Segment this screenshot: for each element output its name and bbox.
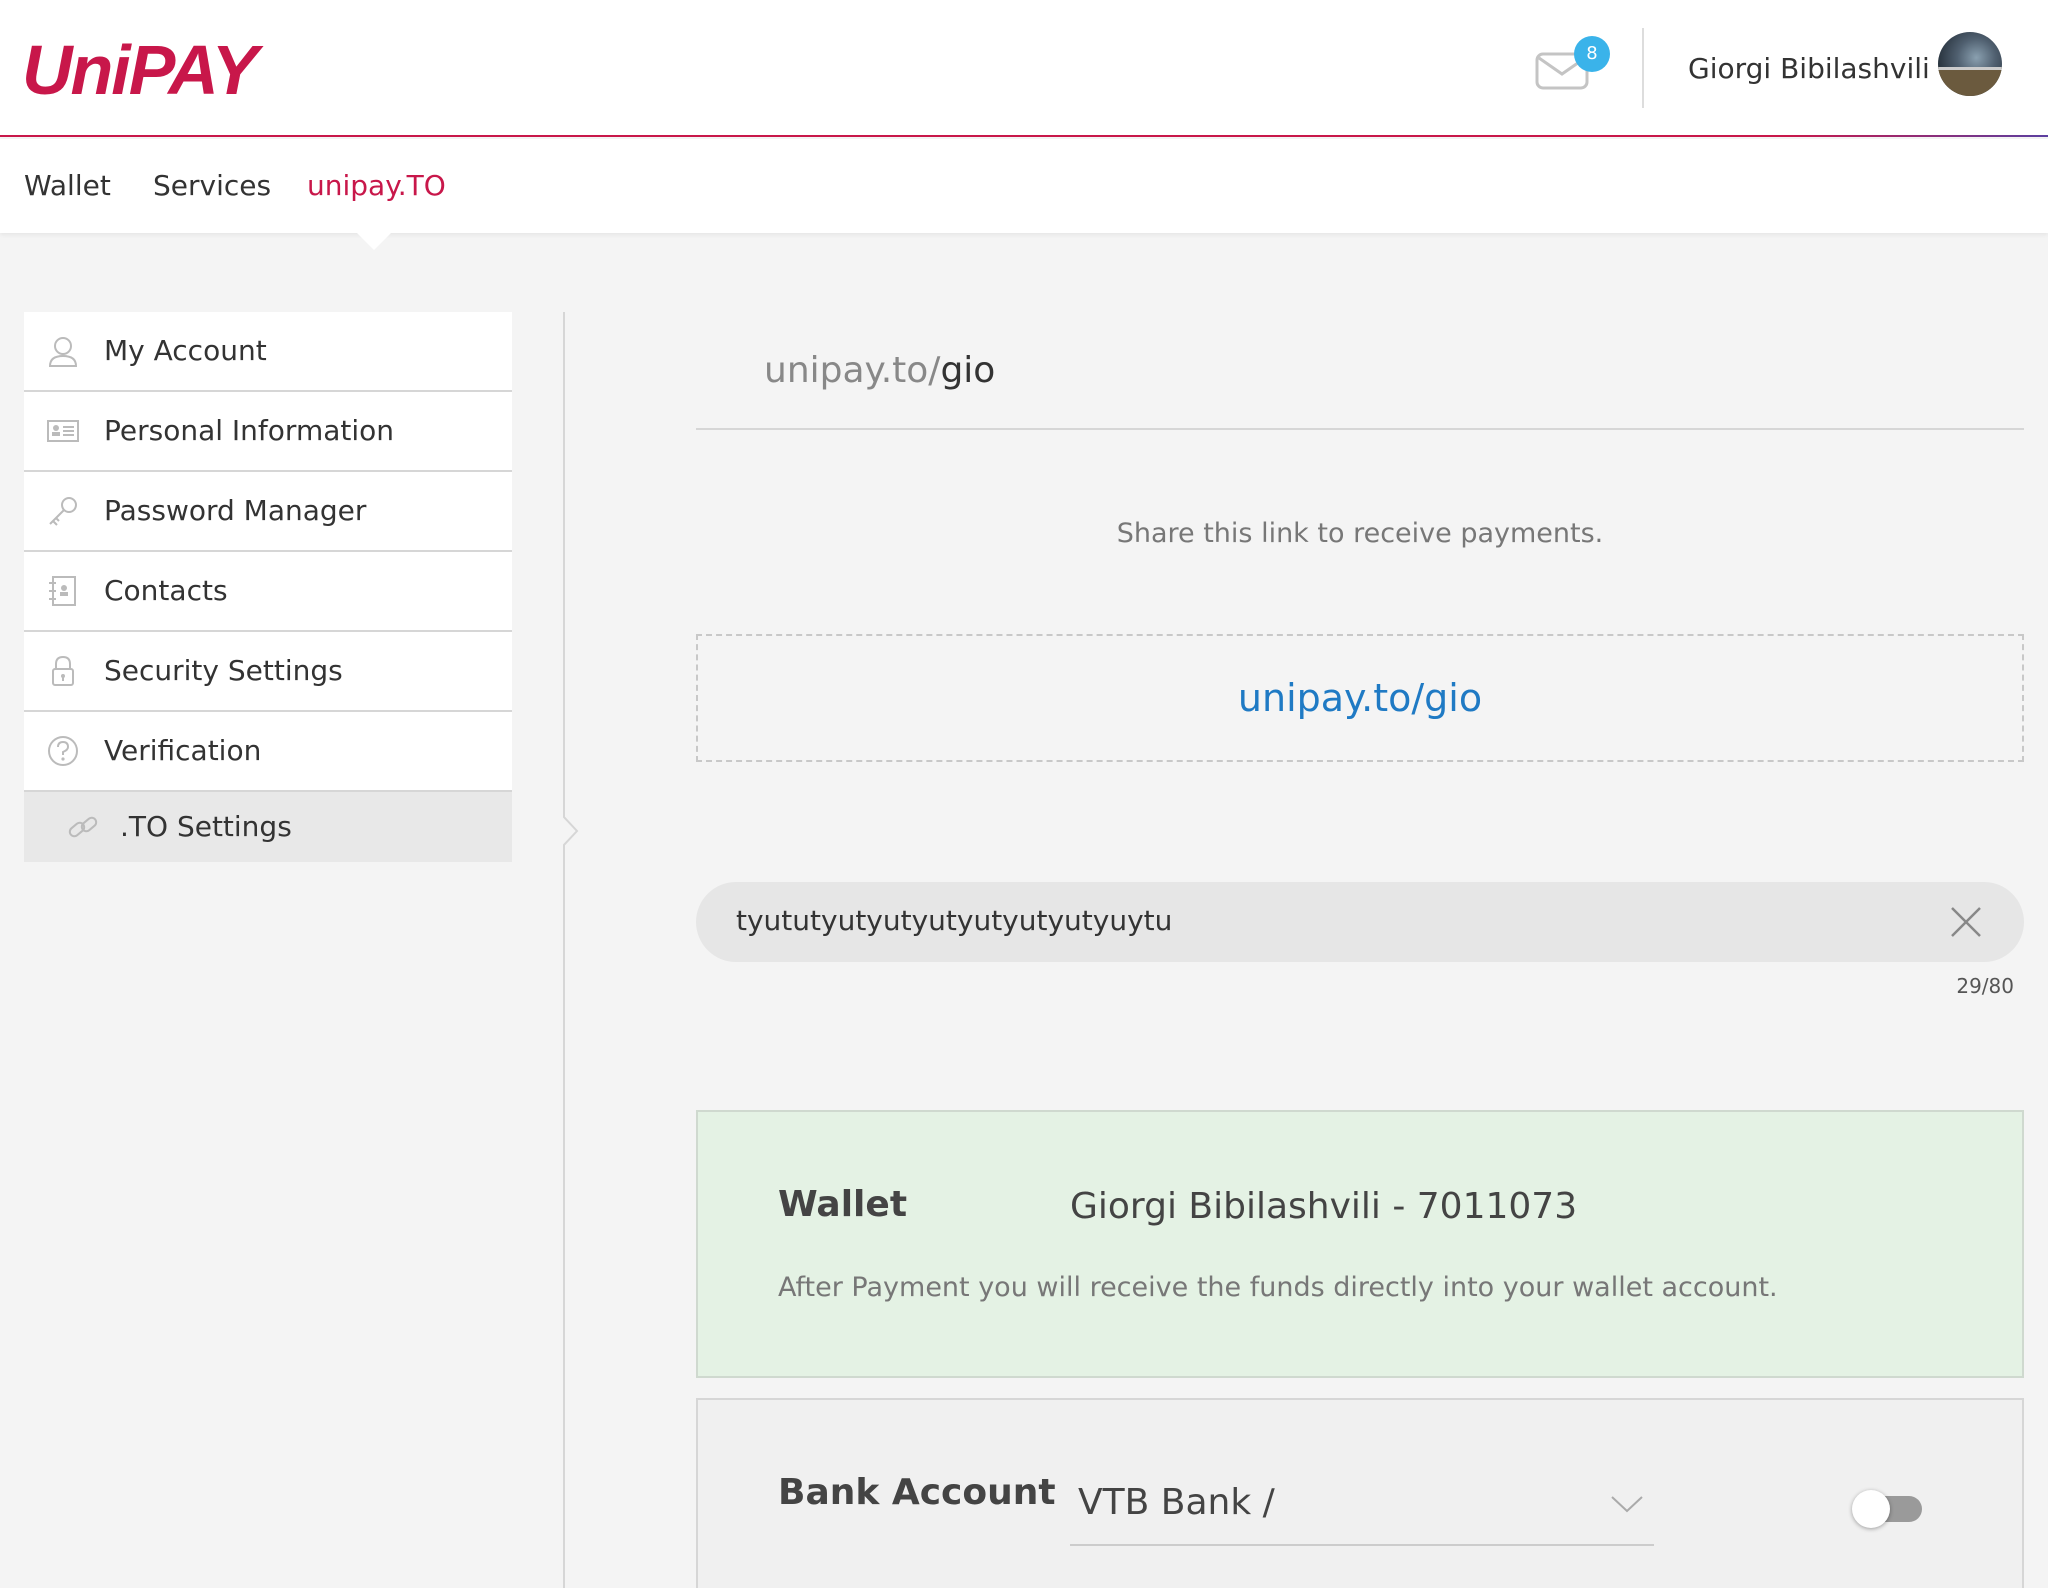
nav-services[interactable]: Services <box>153 169 271 202</box>
key-icon <box>49 497 77 526</box>
share-link-box: unipay.to/gio <box>696 634 2024 762</box>
sidebar-item-label: Personal Information <box>104 414 395 447</box>
wallet-card[interactable]: Wallet Giorgi Bibilashvili - 7011073 Aft… <box>696 1110 2024 1378</box>
address-book-icon <box>49 576 76 606</box>
settings-sidebar: My Account Personal Information Password… <box>24 312 512 862</box>
lock-icon <box>52 655 74 686</box>
sidebar-item-label: My Account <box>104 334 267 367</box>
toggle-knob <box>1852 1490 1890 1528</box>
bank-card-title: Bank Account <box>778 1472 1056 1513</box>
bank-select-value: VTB Bank / <box>1078 1482 1275 1523</box>
user-icon <box>48 337 78 367</box>
close-icon[interactable] <box>1948 904 1984 940</box>
url-prefix: unipay.to/ <box>764 350 941 391</box>
header-divider <box>1642 28 1644 108</box>
chevron-down-icon <box>1611 1496 1643 1513</box>
bank-account-card: Bank Account VTB Bank / <box>696 1398 2024 1588</box>
slug-underline <box>696 428 2024 430</box>
url-slug[interactable]: gio <box>940 350 995 391</box>
share-link[interactable]: unipay.to/gio <box>1238 676 1482 720</box>
question-circle-icon <box>48 736 78 766</box>
link-slug-display: unipay.to/gio <box>764 350 995 391</box>
nav-active-caret <box>356 232 392 250</box>
link-icon <box>68 816 98 838</box>
id-card-icon <box>47 420 79 442</box>
bank-select[interactable]: VTB Bank / <box>1070 1456 1654 1546</box>
messages-count-badge: 8 <box>1574 36 1610 72</box>
wallet-card-title: Wallet <box>778 1184 908 1225</box>
sidebar-item-to-settings[interactable]: .TO Settings <box>24 792 512 862</box>
sidebar-item-label: Contacts <box>104 574 228 607</box>
wallet-note: After Payment you will receive the funds… <box>778 1272 1778 1303</box>
sidebar-item-verification[interactable]: Verification <box>24 712 512 792</box>
user-name[interactable]: Giorgi Bibilashvili <box>1688 52 1930 85</box>
sidebar-item-label: .TO Settings <box>120 810 292 843</box>
sidebar-divider <box>563 312 565 1588</box>
sidebar-item-my-account[interactable]: My Account <box>24 312 512 392</box>
main-nav: Wallet Services unipay.TO <box>0 139 2048 233</box>
nav-unipay-to[interactable]: unipay.TO <box>307 169 446 202</box>
wallet-account: Giorgi Bibilashvili - 7011073 <box>1070 1186 1578 1227</box>
sidebar-item-personal-information[interactable]: Personal Information <box>24 392 512 472</box>
description-value[interactable]: tyututyutyutyutyutyutyutyuytu <box>736 904 1172 937</box>
unipay-logo[interactable]: UniPAY <box>22 30 258 110</box>
avatar[interactable] <box>1938 32 2002 96</box>
nav-wallet[interactable]: Wallet <box>24 169 111 202</box>
share-instruction: Share this link to receive payments. <box>1116 518 1604 549</box>
sidebar-item-label: Security Settings <box>104 654 343 687</box>
active-item-notch <box>563 816 579 846</box>
sidebar-item-security-settings[interactable]: Security Settings <box>24 632 512 712</box>
bank-account-toggle[interactable] <box>1852 1490 1922 1528</box>
sidebar-item-password-manager[interactable]: Password Manager <box>24 472 512 552</box>
character-counter: 29/80 <box>1956 974 2014 998</box>
sidebar-item-label: Verification <box>104 734 262 767</box>
description-input[interactable]: tyututyutyutyutyutyutyutyuytu <box>696 882 2024 962</box>
sidebar-item-label: Password Manager <box>104 494 367 527</box>
sidebar-item-contacts[interactable]: Contacts <box>24 552 512 632</box>
top-header: UniPAY 8 Giorgi Bibilashvili <box>0 0 2048 137</box>
